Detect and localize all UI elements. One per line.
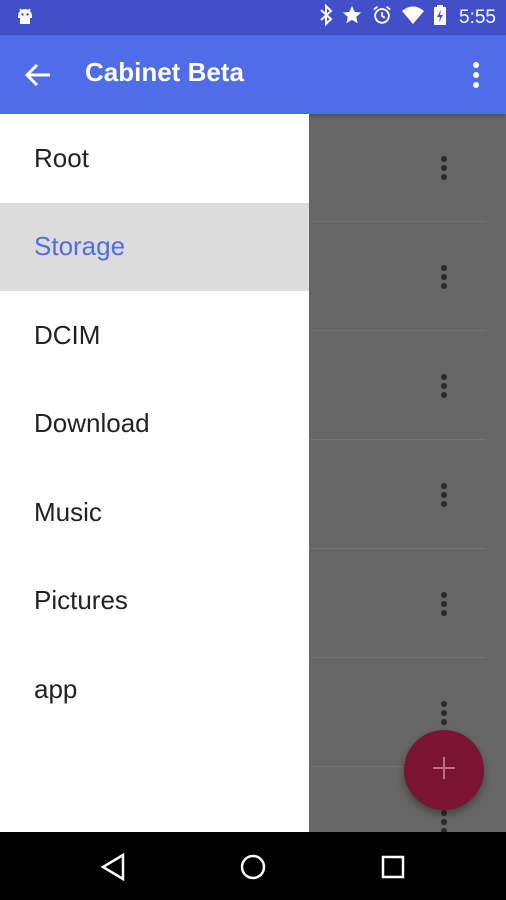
divider — [310, 330, 486, 331]
battery-charging-icon — [433, 4, 447, 31]
bluetooth-icon — [319, 3, 333, 31]
drawer-item-label: Music — [34, 496, 102, 527]
status-bar: 5:55 — [0, 0, 506, 35]
drawer-item-download[interactable]: Download — [0, 380, 309, 469]
alarm-icon — [371, 4, 393, 31]
divider — [310, 439, 486, 440]
drawer-item-app[interactable]: app — [0, 645, 309, 734]
drawer-item-label: app — [34, 673, 78, 704]
recents-square-icon[interactable] — [376, 850, 410, 884]
more-vert-icon[interactable] — [438, 374, 450, 402]
arrow-back-icon[interactable] — [22, 59, 54, 91]
drawer-item-label: Storage — [34, 231, 126, 262]
more-vert-icon[interactable] — [438, 701, 450, 729]
divider — [310, 548, 486, 549]
wifi-icon — [401, 4, 425, 31]
more-vert-icon[interactable] — [438, 265, 450, 293]
drawer-item-music[interactable]: Music — [0, 468, 309, 557]
divider — [310, 221, 486, 222]
star-icon — [341, 4, 363, 31]
more-vert-icon[interactable] — [438, 810, 450, 832]
drawer-item-root[interactable]: Root — [0, 114, 309, 203]
more-vert-icon[interactable] — [438, 592, 450, 620]
drawer-item-label: Download — [34, 408, 150, 439]
more-vert-icon[interactable] — [438, 483, 450, 511]
drawer-item-label: DCIM — [34, 319, 101, 350]
more-vert-icon[interactable] — [464, 59, 488, 91]
status-time: 5:55 — [459, 6, 496, 28]
navigation-drawer: Root Storage DCIM Download Music Picture… — [0, 114, 309, 832]
system-nav-bar — [0, 832, 506, 900]
app-bar: Cabinet Beta — [0, 35, 506, 114]
drawer-item-label: Pictures — [34, 585, 128, 616]
add-fab-button[interactable] — [404, 730, 484, 810]
android-debug-icon — [14, 6, 36, 32]
drawer-item-label: Root — [34, 142, 89, 173]
add-icon — [431, 755, 457, 785]
drawer-item-storage[interactable]: Storage — [0, 202, 309, 291]
home-circle-icon[interactable] — [236, 850, 270, 884]
app-title: Cabinet Beta — [85, 57, 244, 87]
drawer-item-dcim[interactable]: DCIM — [0, 291, 309, 380]
more-vert-icon[interactable] — [438, 156, 450, 184]
drawer-item-pictures[interactable]: Pictures — [0, 557, 309, 646]
back-triangle-icon[interactable] — [96, 850, 130, 884]
divider — [310, 657, 486, 658]
